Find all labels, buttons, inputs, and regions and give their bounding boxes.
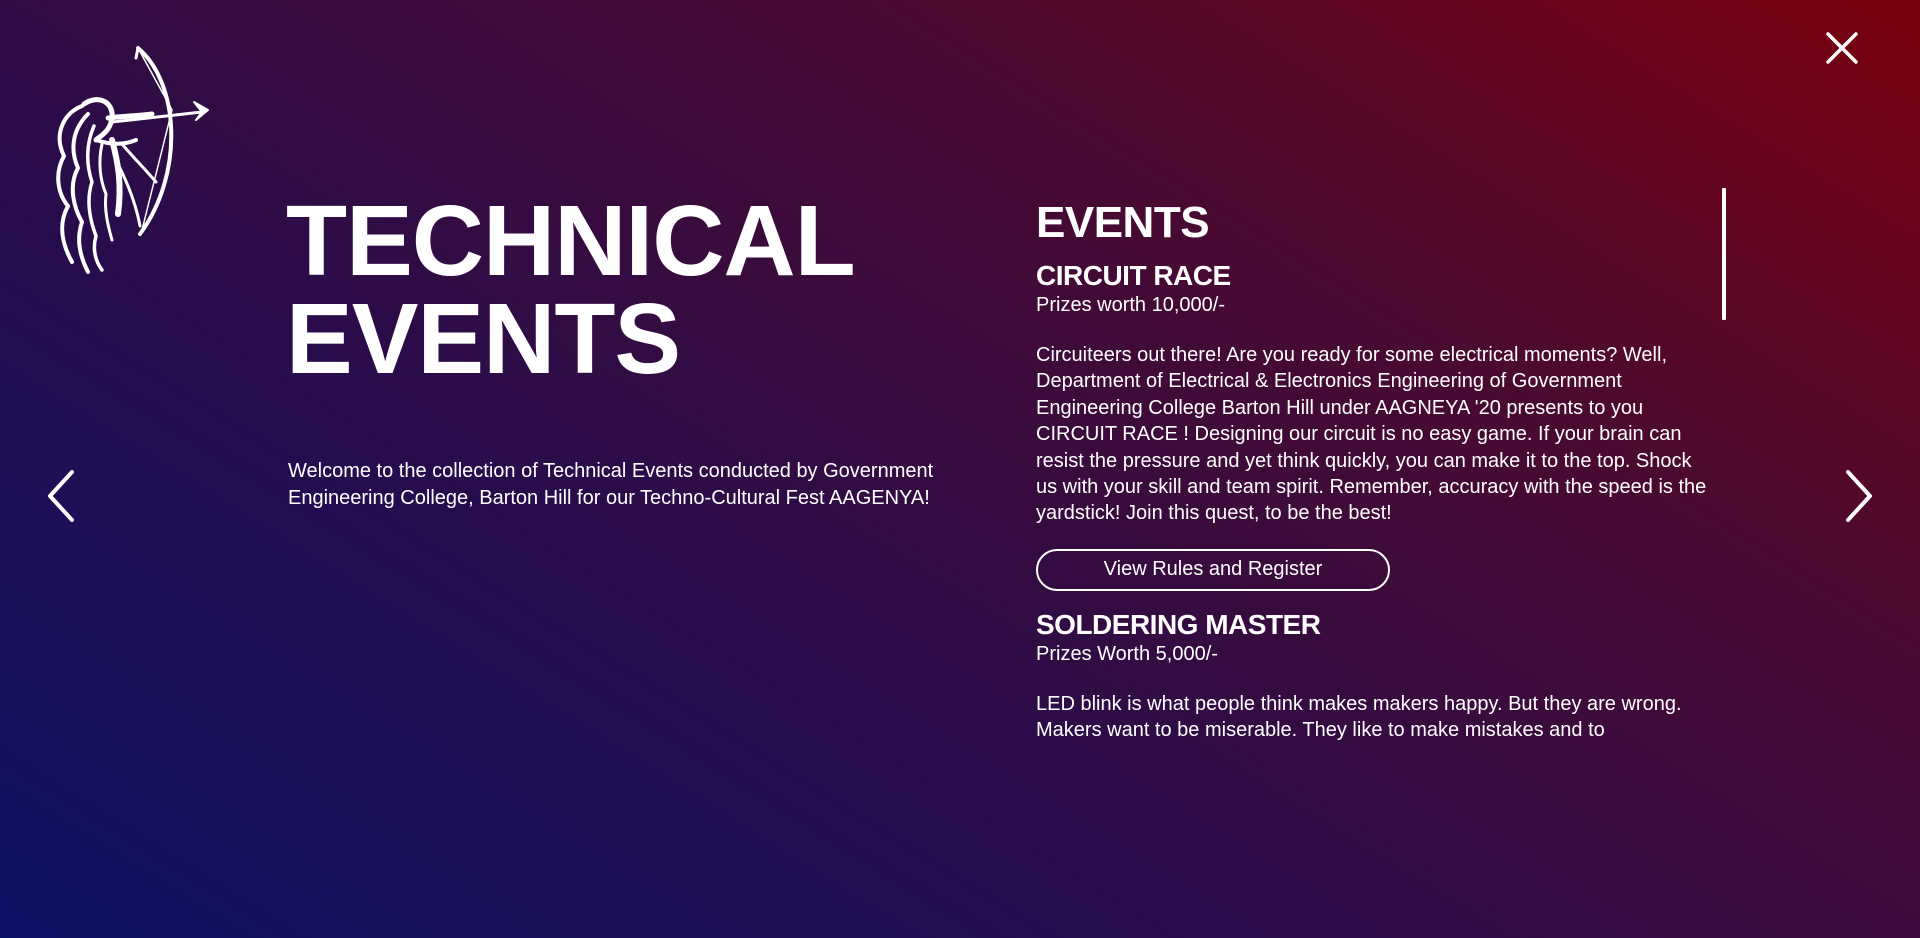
event-description: Circuiteers out there! Are you ready for… — [1036, 344, 1707, 525]
event-item: CIRCUIT RACE Prizes worth 10,000/- Circu… — [1036, 260, 1718, 591]
event-item: SOLDERING MASTER Prizes Worth 5,000/- LE… — [1036, 609, 1718, 744]
page-title-line-1: TECHNICAL — [286, 185, 856, 297]
close-icon — [1826, 32, 1858, 64]
events-heading: EVENTS — [1036, 198, 1210, 247]
scrollbar[interactable] — [1722, 188, 1726, 320]
events-panel[interactable]: EVENTS CIRCUIT RACE Prizes worth 10,000/… — [1036, 196, 1718, 748]
event-prize: Prizes Worth 5,000/- — [1036, 642, 1218, 665]
chevron-right-icon — [1846, 470, 1872, 522]
intro-text: Welcome to the collection of Technical E… — [288, 460, 934, 509]
previous-button[interactable] — [42, 466, 82, 526]
page-title-line-2: EVENTS — [286, 283, 681, 395]
event-prize: Prizes worth 10,000/- — [1036, 294, 1225, 316]
next-button[interactable] — [1838, 466, 1878, 526]
event-name: CIRCUIT RACE — [1036, 260, 1231, 291]
page-title: TECHNICAL EVENTS — [286, 185, 856, 395]
chevron-left-icon — [48, 470, 74, 522]
view-rules-register-button[interactable]: View Rules and Register — [1036, 548, 1390, 591]
event-name: SOLDERING MASTER — [1036, 608, 1321, 640]
close-button[interactable] — [1822, 28, 1862, 68]
archer-logo — [52, 44, 237, 279]
event-description: LED blink is what people think makes mak… — [1036, 692, 1682, 742]
